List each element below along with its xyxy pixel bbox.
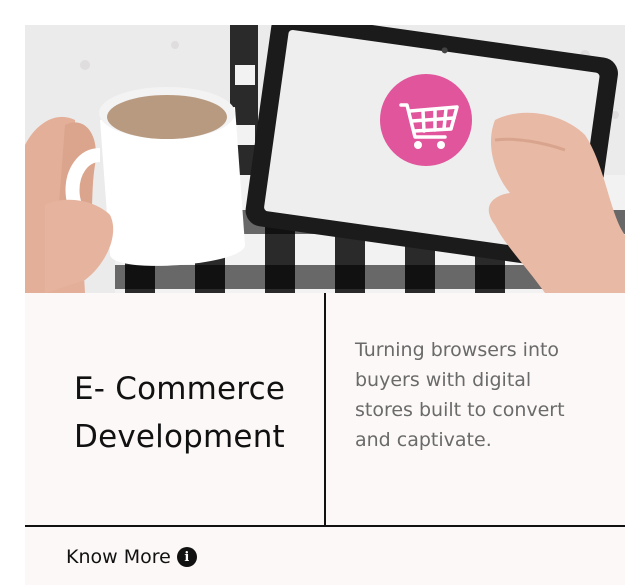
divider (25, 525, 625, 527)
description-line: stores built to convert (355, 399, 565, 421)
service-title: E- Commerce Development (74, 365, 324, 461)
description-line: buyers with digital (355, 369, 532, 391)
cart-badge-icon (380, 74, 472, 166)
info-row: E- Commerce Development Turning browsers… (25, 293, 625, 527)
service-title-line: Development (74, 419, 285, 455)
service-card: E- Commerce Development Turning browsers… (25, 25, 625, 585)
know-more-label: Know More (66, 546, 171, 568)
know-more-link[interactable]: Know More i (66, 543, 197, 571)
title-cell: E- Commerce Development (25, 293, 326, 527)
hero-image (25, 25, 625, 293)
description-line: and captivate. (355, 429, 492, 451)
info-icon: i (176, 547, 197, 567)
service-description: Turning browsers into buyers with digita… (355, 335, 595, 455)
service-title-line: E- Commerce (74, 371, 286, 407)
description-line: Turning browsers into (355, 339, 560, 361)
description-cell: Turning browsers into buyers with digita… (328, 293, 625, 527)
